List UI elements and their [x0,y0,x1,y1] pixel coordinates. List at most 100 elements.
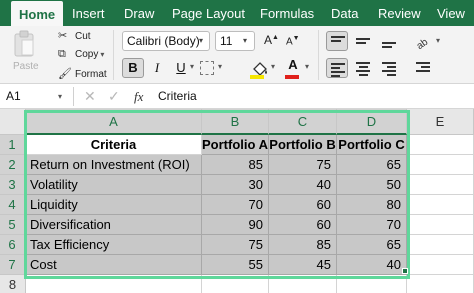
underline-button[interactable]: U [171,58,191,78]
chevron-down-icon[interactable]: ▾ [58,87,62,106]
cell-b8[interactable] [202,275,269,293]
tab-draw[interactable]: Draw [124,0,154,26]
tab-formulas[interactable]: Formulas [260,0,314,26]
cell-c4[interactable]: 60 [269,195,337,215]
cell-c2[interactable]: 75 [269,155,337,175]
cell-a3[interactable]: Volatility [26,175,202,195]
cell-d4[interactable]: 80 [337,195,407,215]
chevron-down-icon[interactable]: ▾ [199,31,211,51]
chevron-down-icon[interactable]: ▾ [305,62,309,71]
cell-a6[interactable]: Tax Efficiency [26,235,202,255]
row-header-1[interactable]: 1 [0,135,26,155]
column-header-d[interactable]: D [337,109,407,135]
cell-b4[interactable]: 70 [202,195,269,215]
formula-input[interactable]: Criteria [158,87,197,106]
cell-e4[interactable] [407,195,474,215]
paste-button-label[interactable]: Paste [13,61,39,72]
font-color-icon[interactable]: A [285,57,301,75]
svg-text:ab: ab [415,36,431,51]
chevron-down-icon[interactable]: ▾ [436,36,440,45]
cell-d8[interactable] [337,275,407,293]
cell-d6[interactable]: 65 [337,235,407,255]
row-header-6[interactable]: 6 [0,235,26,255]
chevron-down-icon[interactable]: ▾ [190,62,194,71]
cell-b7[interactable]: 55 [202,255,269,275]
cell-a8[interactable] [26,275,202,293]
tab-page-layout[interactable]: Page Layout [172,0,245,26]
cell-b2[interactable]: 85 [202,155,269,175]
cell-e2[interactable] [407,155,474,175]
cell-d5[interactable]: 70 [337,215,407,235]
align-top-button[interactable] [326,31,348,51]
fill-handle[interactable] [402,268,408,274]
indent-button[interactable] [412,58,434,78]
cell-d2[interactable]: 65 [337,155,407,175]
cell-c7[interactable]: 45 [269,255,337,275]
cell-e8[interactable] [407,275,474,293]
cell-d7[interactable]: 40 [337,255,407,275]
tab-home[interactable]: Home [11,1,64,27]
borders-icon[interactable] [200,61,214,75]
cell-e7[interactable] [407,255,474,275]
increase-font-size-button[interactable]: A▲ [264,33,279,47]
cell-c3[interactable]: 40 [269,175,337,195]
bold-button[interactable]: B [122,58,144,78]
chevron-down-icon[interactable]: ▾ [271,62,275,71]
enter-icon[interactable]: ✓ [108,87,120,106]
orientation-button[interactable]: ab [412,31,434,52]
tab-data[interactable]: Data [331,0,358,26]
formula-bar-divider [73,87,74,106]
cell-c8[interactable] [269,275,337,293]
cell-e3[interactable] [407,175,474,195]
tab-insert[interactable]: Insert [72,0,105,26]
insert-function-icon[interactable]: fx [134,87,143,106]
column-header-e[interactable]: E [407,109,474,135]
chevron-down-icon[interactable]: ▾ [243,31,255,51]
column-header-c[interactable]: C [269,109,337,135]
column-header-b[interactable]: B [202,109,269,135]
cell-e5[interactable] [407,215,474,235]
chevron-down-icon[interactable]: ▾ [218,62,222,71]
select-all-corner[interactable] [0,109,26,135]
cut-button[interactable]: ✂ Cut [58,29,91,45]
cell-b6[interactable]: 75 [202,235,269,255]
cell-c1[interactable]: Portfolio B [269,135,337,155]
cell-b5[interactable]: 90 [202,215,269,235]
row-header-4[interactable]: 4 [0,195,26,215]
font-name-select[interactable]: Calibri (Body) [122,31,210,51]
row-header-8[interactable]: 8 [0,275,26,293]
format-painter-button[interactable]: 🖌 Format [58,67,107,83]
tab-review[interactable]: Review [378,0,421,26]
row-header-5[interactable]: 5 [0,215,26,235]
cell-e1[interactable] [407,135,474,155]
cell-c6[interactable]: 85 [269,235,337,255]
cell-b1[interactable]: Portfolio A [202,135,269,155]
align-bottom-button[interactable] [378,31,400,51]
align-right-button[interactable] [378,58,400,78]
clipboard-icon[interactable] [13,30,35,58]
italic-button[interactable]: I [147,58,167,78]
cell-c5[interactable]: 60 [269,215,337,235]
cell-a1[interactable]: Criteria [26,135,202,155]
cell-a2[interactable]: Return on Investment (ROI) [26,155,202,175]
cell-a7[interactable]: Cost [26,255,202,275]
cancel-icon[interactable]: ✕ [84,87,96,106]
copy-button[interactable]: ⧉ Copy ▾ [58,48,104,64]
cell-a4[interactable]: Liquidity [26,195,202,215]
cell-b3[interactable]: 30 [202,175,269,195]
row-header-7[interactable]: 7 [0,255,26,275]
row-header-2[interactable]: 2 [0,155,26,175]
cell-e6[interactable] [407,235,474,255]
chevron-down-icon[interactable]: ▾ [100,50,104,59]
row-header-3[interactable]: 3 [0,175,26,195]
column-header-a[interactable]: A [26,109,202,135]
worksheet-grid[interactable]: A B C D E 1 2 3 4 5 6 7 8 Criteria Portf… [0,109,474,293]
cell-d3[interactable]: 50 [337,175,407,195]
cell-a5[interactable]: Diversification [26,215,202,235]
cell-d1[interactable]: Portfolio C [337,135,407,155]
align-middle-button[interactable] [352,31,374,51]
tab-view[interactable]: View [437,0,465,26]
align-center-button[interactable] [352,58,374,78]
decrease-font-size-button[interactable]: A▼ [286,35,300,47]
align-left-button[interactable] [326,58,348,78]
